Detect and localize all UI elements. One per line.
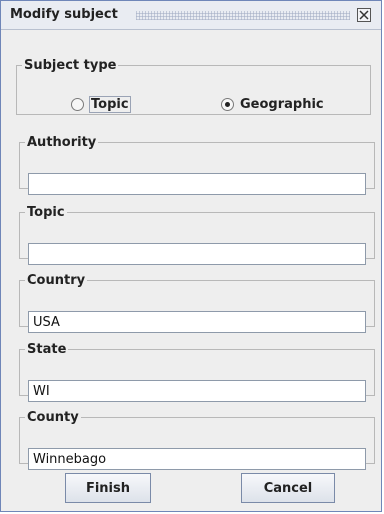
subject-type-group: Subject type Topic Geographic bbox=[16, 58, 371, 115]
state-legend: State bbox=[27, 342, 67, 357]
subject-type-legend: Subject type bbox=[24, 58, 117, 73]
authority-field[interactable] bbox=[28, 173, 366, 195]
modify-subject-dialog: Modify subject Subject type Topic Geogra… bbox=[0, 0, 382, 512]
state-field[interactable] bbox=[28, 380, 366, 402]
title-bar-grip bbox=[136, 11, 350, 20]
county-field[interactable] bbox=[28, 448, 366, 470]
title-bar[interactable]: Modify subject bbox=[1, 1, 381, 30]
radio-topic-button[interactable] bbox=[71, 98, 84, 111]
authority-group: Authority bbox=[19, 135, 375, 195]
finish-button[interactable]: Finish bbox=[65, 473, 151, 503]
radio-topic[interactable]: Topic bbox=[71, 96, 131, 113]
close-icon bbox=[359, 10, 369, 20]
state-group: State bbox=[19, 342, 375, 402]
county-group: County bbox=[19, 410, 375, 470]
cancel-button[interactable]: Cancel bbox=[241, 473, 335, 503]
radio-geographic-label[interactable]: Geographic bbox=[240, 97, 324, 112]
radio-topic-label[interactable]: Topic bbox=[89, 96, 131, 113]
country-group: Country bbox=[19, 273, 375, 333]
topic-field[interactable] bbox=[28, 243, 366, 265]
radio-geographic[interactable]: Geographic bbox=[221, 97, 324, 112]
county-legend: County bbox=[27, 410, 79, 425]
radio-geographic-button[interactable] bbox=[221, 98, 234, 111]
topic-legend: Topic bbox=[27, 205, 65, 220]
topic-group: Topic bbox=[19, 205, 375, 265]
country-field[interactable] bbox=[28, 311, 366, 333]
close-button[interactable] bbox=[357, 8, 371, 22]
window-title: Modify subject bbox=[10, 7, 118, 22]
country-legend: Country bbox=[27, 273, 86, 288]
authority-legend: Authority bbox=[27, 135, 97, 150]
